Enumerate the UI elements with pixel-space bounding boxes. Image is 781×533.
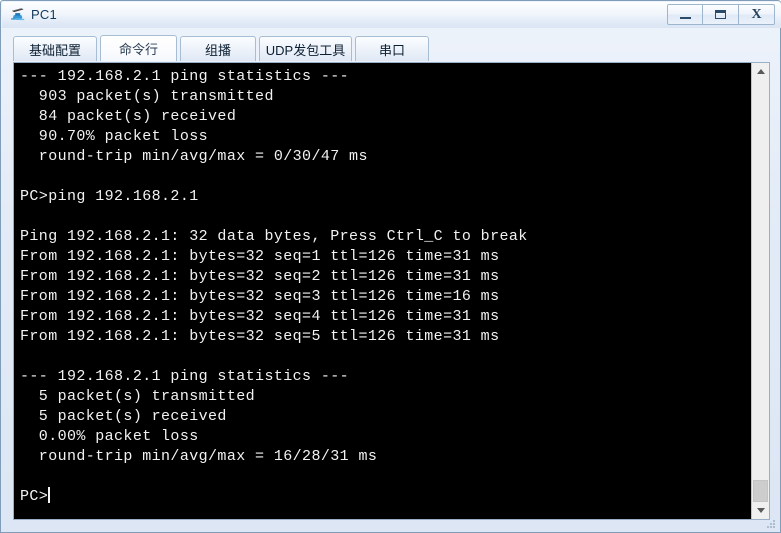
terminal-line: --- 192.168.2.1 ping statistics --- [20, 368, 350, 385]
terminal-line: From 192.168.2.1: bytes=32 seq=5 ttl=126… [20, 328, 500, 345]
resize-grip[interactable] [765, 518, 777, 530]
minimize-button[interactable] [667, 4, 703, 25]
close-button[interactable]: X [739, 4, 775, 25]
scrollbar-thumb[interactable] [753, 480, 768, 502]
titlebar[interactable]: PC1 X [2, 2, 781, 29]
terminal-prompt-line[interactable]: PC> [20, 487, 751, 507]
terminal-line: 84 packet(s) received [20, 108, 237, 125]
minimize-icon [679, 16, 691, 19]
pc-device-icon [9, 6, 27, 24]
close-icon: X [751, 6, 762, 22]
terminal-line: Ping 192.168.2.1: 32 data bytes, Press C… [20, 228, 528, 245]
maximize-button[interactable] [703, 4, 739, 25]
terminal-line: From 192.168.2.1: bytes=32 seq=2 ttl=126… [20, 268, 500, 285]
terminal-line: 0.00% packet loss [20, 428, 199, 445]
scroll-down-button[interactable] [752, 502, 769, 519]
tab-serial-port[interactable]: 串口 [355, 36, 429, 61]
tab-command-line[interactable]: 命令行 [100, 35, 177, 61]
pc1-window: PC1 X 基础配置 命令行 组播 UDP发包工具 串口 --- 192.168… [0, 0, 781, 533]
terminal-output[interactable]: --- 192.168.2.1 ping statistics --- 903 … [14, 63, 751, 519]
tab-label: 串口 [378, 42, 405, 58]
tab-label: UDP发包工具 [265, 42, 346, 58]
terminal-line: 903 packet(s) transmitted [20, 88, 274, 105]
tab-label: 命令行 [118, 42, 158, 57]
terminal-line: PC>ping 192.168.2.1 [20, 188, 199, 205]
window-title: PC1 [31, 7, 57, 22]
tab-label: 基础配置 [28, 42, 81, 58]
terminal-line: round-trip min/avg/max = 16/28/31 ms [20, 448, 378, 465]
terminal-line: round-trip min/avg/max = 0/30/47 ms [20, 148, 368, 165]
tab-multicast[interactable]: 组播 [180, 36, 256, 61]
terminal-line: 5 packet(s) transmitted [20, 388, 256, 405]
terminal-prompt: PC> [20, 488, 49, 505]
scrollbar-track[interactable] [752, 80, 769, 502]
tab-basic-config[interactable]: 基础配置 [13, 36, 97, 61]
scroll-up-button[interactable] [752, 63, 769, 80]
terminal-line: --- 192.168.2.1 ping statistics --- [20, 68, 350, 85]
text-cursor [48, 487, 51, 503]
terminal-line: From 192.168.2.1: bytes=32 seq=1 ttl=126… [20, 248, 500, 265]
tab-bar: 基础配置 命令行 组播 UDP发包工具 串口 [13, 35, 432, 61]
terminal-line: 90.70% packet loss [20, 128, 209, 145]
chevron-up-icon [756, 69, 765, 74]
tab-udp-tool[interactable]: UDP发包工具 [259, 36, 352, 61]
maximize-icon [715, 10, 726, 19]
terminal-scrollbar[interactable] [751, 63, 769, 519]
command-line-panel: --- 192.168.2.1 ping statistics --- 903 … [13, 62, 770, 520]
window-controls: X [667, 4, 775, 25]
terminal-line: From 192.168.2.1: bytes=32 seq=4 ttl=126… [20, 308, 500, 325]
chevron-down-icon [756, 508, 765, 513]
terminal-line: 5 packet(s) received [20, 408, 227, 425]
terminal-line: From 192.168.2.1: bytes=32 seq=3 ttl=126… [20, 288, 500, 305]
tab-label: 组播 [204, 42, 231, 58]
